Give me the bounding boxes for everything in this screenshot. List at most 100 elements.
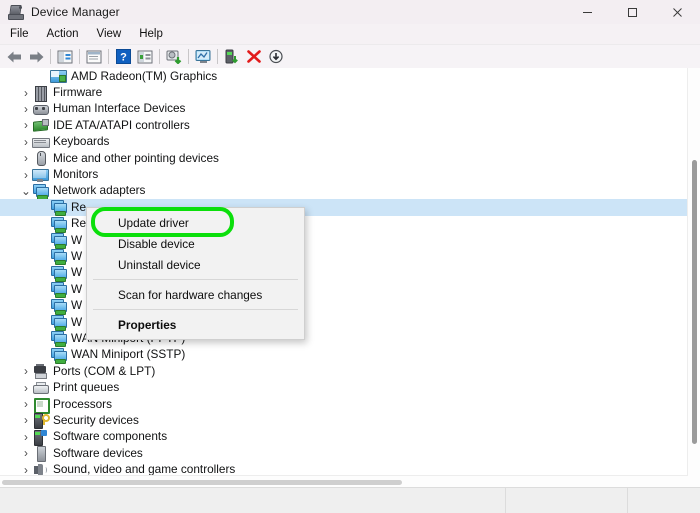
tree-row-label: Processors: [53, 396, 113, 411]
tree-row-label: Re: [71, 216, 87, 231]
tree-row-amd-radeon-graphics[interactable]: AMD Radeon(TM) Graphics: [0, 68, 688, 84]
status-panel-1: [0, 488, 506, 513]
tree-row-monitors[interactable]: › Monitors: [0, 166, 688, 182]
chevron-right-icon[interactable]: ›: [20, 396, 32, 412]
properties-icon[interactable]: [83, 47, 105, 67]
security-device-icon: [32, 412, 50, 430]
menu-view[interactable]: View: [89, 25, 130, 43]
svg-text:?: ?: [120, 52, 127, 64]
maximize-button[interactable]: [610, 0, 655, 24]
human-interface-device-icon: [32, 101, 49, 117]
status-panel-3: [628, 488, 700, 513]
tree-row-label: AMD Radeon(TM) Graphics: [71, 68, 218, 83]
tree-row-label: IDE ATA/ATAPI controllers: [53, 117, 190, 132]
printer-icon: [32, 380, 49, 396]
context-menu-separator: [93, 279, 298, 280]
uninstall-device-icon[interactable]: [243, 47, 265, 67]
view-icon[interactable]: [134, 47, 156, 67]
tree-row-ports-com-lpt[interactable]: › Ports (COM & LPT): [0, 363, 688, 380]
chevron-right-icon[interactable]: ›: [20, 101, 32, 117]
software-device-icon: [32, 445, 48, 463]
window-controls: [565, 0, 700, 24]
network-adapter-icon: [50, 265, 67, 282]
network-adapter-icon: [50, 281, 67, 299]
network-adapter-icon: [50, 232, 67, 250]
tree-row-label: Mice and other pointing devices: [53, 150, 219, 165]
tree-row-human-interface-devices[interactable]: › Human Interface Devices: [0, 101, 688, 117]
tree-row-software-devices[interactable]: › Software devices: [0, 445, 688, 463]
chevron-right-icon[interactable]: ›: [20, 429, 32, 445]
show-hide-console-tree-icon[interactable]: [54, 47, 76, 67]
scan-for-hardware-changes-icon[interactable]: [192, 47, 214, 67]
tree-row-label: Human Interface Devices: [53, 101, 186, 116]
tree-row-label: Ports (COM & LPT): [53, 363, 156, 378]
chevron-right-icon[interactable]: ›: [20, 445, 32, 461]
software-component-icon: [32, 429, 48, 446]
tree-row-label: Keyboards: [53, 134, 110, 149]
port-icon: [32, 363, 48, 380]
menu-help[interactable]: Help: [131, 25, 171, 43]
tree-row-label: Security devices: [53, 412, 139, 427]
vertical-scrollbar[interactable]: [687, 68, 700, 488]
title-bar: Device Manager: [0, 0, 700, 24]
vertical-scrollbar-thumb[interactable]: [692, 160, 697, 444]
enable-device-icon[interactable]: [221, 47, 243, 67]
context-menu-item-update-driver[interactable]: Update driver: [87, 212, 304, 233]
tree-row-mice-and-other-pointing-devices[interactable]: › Mice and other pointing devices: [0, 150, 688, 167]
help-icon[interactable]: ?: [112, 47, 134, 67]
context-menu-item-properties[interactable]: Properties: [87, 314, 304, 335]
tree-row-label: WAN Miniport (SSTP): [71, 347, 186, 362]
tree-row-software-components[interactable]: › Software components: [0, 429, 688, 446]
back-arrow-icon[interactable]: [3, 47, 25, 67]
network-adapter-icon: [50, 216, 67, 233]
chevron-right-icon[interactable]: ›: [20, 150, 32, 166]
close-button[interactable]: [655, 0, 700, 24]
tree-row-label: Network adapters: [53, 183, 146, 198]
tree-row-network-adapters[interactable]: ⌄ Network adapters: [0, 183, 688, 200]
disable-device-icon[interactable]: [265, 47, 287, 67]
chevron-right-icon[interactable]: ›: [20, 117, 32, 133]
tree-row-label: Re: [71, 199, 87, 214]
tree-row-label: Print queues: [53, 380, 120, 395]
menu-file[interactable]: File: [2, 25, 37, 43]
tree-row-label: W: [71, 298, 83, 313]
network-adapter-icon: [50, 330, 67, 348]
context-menu-item-scan-for-hardware-changes[interactable]: Scan for hardware changes: [87, 284, 304, 305]
forward-arrow-icon[interactable]: [25, 47, 47, 67]
status-bar: [0, 487, 700, 513]
tree-row-wan-miniport-sstp[interactable]: WAN Miniport (SSTP): [0, 347, 688, 364]
tree-row-label: W: [71, 248, 83, 263]
chevron-right-icon[interactable]: ›: [20, 412, 32, 428]
chevron-right-icon[interactable]: ›: [20, 363, 32, 379]
device-manager-icon: [8, 4, 24, 20]
tree-row-label: W: [71, 265, 83, 280]
minimize-button[interactable]: [565, 0, 610, 24]
tree-row-label: Software components: [53, 429, 168, 444]
tree-row-firmware[interactable]: › Firmware: [0, 84, 688, 102]
tree-row-ide-ata-atapi-controllers[interactable]: › IDE ATA/ATAPI controllers: [0, 117, 688, 133]
horizontal-scrollbar-thumb[interactable]: [2, 480, 402, 485]
tree-row-label: Software devices: [53, 445, 143, 460]
tree-row-print-queues[interactable]: › Print queues: [0, 379, 688, 395]
chevron-right-icon[interactable]: ›: [20, 167, 32, 183]
tree-row-label: Firmware: [53, 85, 103, 100]
context-menu-item-disable-device[interactable]: Disable device: [87, 233, 304, 254]
chevron-right-icon[interactable]: ›: [20, 85, 32, 101]
chevron-down-icon[interactable]: ⌄: [20, 183, 32, 199]
tree-row-security-devices[interactable]: › Security devices: [0, 412, 688, 430]
keyboard-icon: [32, 134, 50, 150]
tree-row-label: W: [71, 281, 83, 296]
network-adapter-icon: [50, 347, 67, 364]
chevron-right-icon[interactable]: ›: [20, 380, 32, 396]
window-title: Device Manager: [31, 5, 120, 19]
menu-action[interactable]: Action: [39, 25, 87, 43]
tree-row-keyboards[interactable]: › Keyboards: [0, 134, 688, 150]
network-adapter-icon: [50, 199, 67, 217]
update-driver-icon[interactable]: [163, 47, 185, 67]
context-menu-separator: [93, 309, 298, 310]
network-adapter-icon: [50, 298, 67, 315]
tree-row-processors[interactable]: › Processors: [0, 396, 688, 414]
tree-row-label: W: [71, 314, 83, 329]
context-menu-item-uninstall-device[interactable]: Uninstall device: [87, 254, 304, 275]
chevron-right-icon[interactable]: ›: [20, 134, 32, 150]
